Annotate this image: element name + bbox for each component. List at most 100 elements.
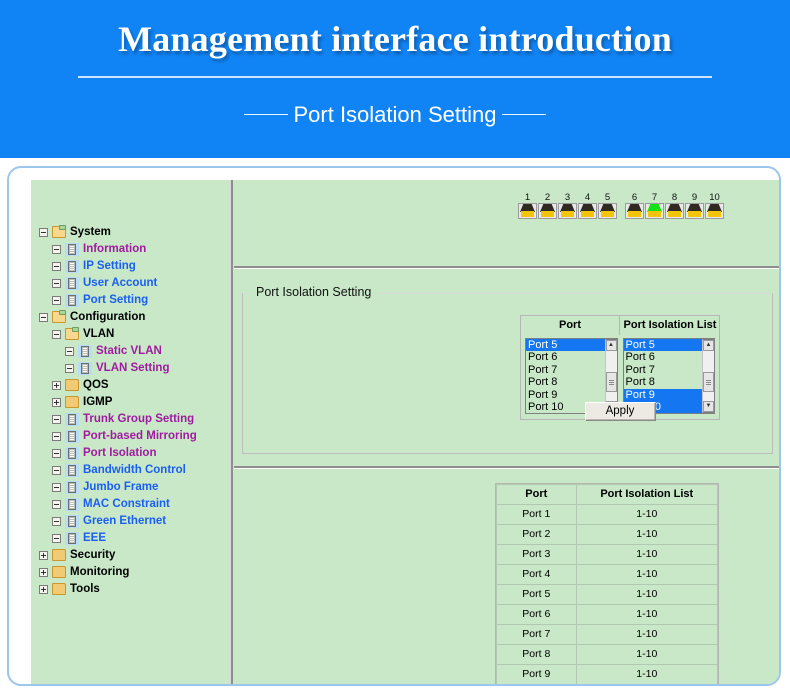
sidebar-item-label: Tools [70, 583, 100, 595]
rj45-pins [688, 211, 701, 217]
sidebar-item-port-setting[interactable]: Port Setting [39, 292, 229, 308]
list-option[interactable]: Port 8 [526, 376, 605, 388]
navigation-sidebar: System Information IP Setting User Account P… [31, 180, 229, 684]
collapse-icon[interactable] [52, 414, 61, 424]
collapse-icon[interactable] [39, 312, 48, 322]
port-indicator-10: 10 [705, 192, 724, 219]
result-header-row: Port Port Isolation List [496, 484, 719, 505]
port-number-label: 2 [544, 192, 551, 203]
rj45-pins [668, 211, 681, 217]
page-icon [78, 344, 92, 358]
expand-icon[interactable] [52, 397, 61, 407]
page-icon-sheet [68, 243, 76, 255]
page-icon-sheet [68, 413, 76, 425]
sidebar-item-label: Port-based Mirroring [83, 430, 197, 442]
collapse-icon[interactable] [52, 448, 61, 458]
sidebar-item-label: Monitoring [70, 566, 130, 578]
sidebar-item-jumbo-frame[interactable]: Jumbo Frame [39, 479, 229, 495]
rj45-pins [628, 211, 641, 217]
list-option[interactable]: Port 7 [526, 364, 605, 376]
navigation-tree: System Information IP Setting User Account P… [39, 224, 229, 598]
sidebar-item-system[interactable]: System [39, 224, 229, 240]
apply-button[interactable]: Apply [584, 402, 656, 421]
collapse-icon[interactable] [52, 533, 61, 543]
port-indicator-3: 3 [558, 192, 577, 219]
sidebar-item-label: User Account [83, 277, 158, 289]
sidebar-item-label: Port Isolation [83, 447, 157, 459]
scroll-up-icon[interactable]: ▲ [605, 340, 617, 351]
sidebar-item-static-vlan[interactable]: Static VLAN [39, 343, 229, 359]
expand-icon[interactable] [39, 584, 48, 594]
collapse-icon[interactable] [52, 244, 61, 254]
rj45-port-icon [598, 203, 617, 219]
list-option[interactable]: Port 8 [624, 376, 703, 388]
page-icon [65, 429, 79, 443]
sidebar-item-trunk-group-setting[interactable]: Trunk Group Setting [39, 411, 229, 427]
dual-listbox-headers: Port Port Isolation List [521, 316, 719, 335]
sidebar-item-information[interactable]: Information [39, 241, 229, 257]
scroll-up-icon[interactable]: ▲ [703, 340, 714, 351]
sidebar-item-qos[interactable]: QOS [39, 377, 229, 393]
sidebar-item-ip-setting[interactable]: IP Setting [39, 258, 229, 274]
scroll-thumb[interactable] [605, 372, 617, 392]
sidebar-item-vlan-setting[interactable]: VLAN Setting [39, 360, 229, 376]
expand-icon[interactable] [39, 550, 48, 560]
list-option[interactable]: Port 9 [526, 389, 605, 401]
list-option[interactable]: Port 5 [623, 339, 702, 352]
port-number-label: 8 [671, 192, 678, 203]
sidebar-item-mac-constraint[interactable]: MAC Constraint [39, 496, 229, 512]
result-isolation-list-cell: 1-10 [575, 564, 719, 585]
list-option[interactable]: Port 6 [624, 351, 703, 363]
result-table-head: Port Port Isolation List [496, 484, 719, 505]
sidebar-item-igmp[interactable]: IGMP [39, 394, 229, 410]
page-icon-sheet [68, 498, 76, 510]
collapse-icon[interactable] [52, 431, 61, 441]
page-icon [65, 412, 79, 426]
sidebar-item-port-based-mirroring[interactable]: Port-based Mirroring [39, 428, 229, 444]
port-indicator-7: 7 [645, 192, 664, 219]
rj45-pins [648, 211, 661, 217]
expand-icon[interactable] [39, 567, 48, 577]
sidebar-item-vlan[interactable]: VLAN [39, 326, 229, 342]
title-underline-rule [78, 76, 712, 78]
sidebar-item-configuration[interactable]: Configuration [39, 309, 229, 325]
collapse-icon[interactable] [52, 499, 61, 509]
divider-above-setting-panel [234, 266, 779, 268]
scroll-thumb[interactable] [703, 372, 714, 392]
sidebar-item-bandwidth-control[interactable]: Bandwidth Control [39, 462, 229, 478]
rj45-port-icon [625, 203, 644, 219]
page-icon-sheet [68, 532, 76, 544]
sidebar-item-label: Security [70, 549, 116, 561]
list-option[interactable]: Port 6 [526, 351, 605, 363]
list-option[interactable]: Port 5 [526, 339, 605, 352]
collapse-icon[interactable] [52, 482, 61, 492]
sidebar-item-security[interactable]: Security [39, 547, 229, 563]
page-icon [65, 293, 79, 307]
expand-icon[interactable] [52, 380, 61, 390]
collapse-icon[interactable] [52, 295, 61, 305]
collapse-icon[interactable] [52, 329, 61, 339]
sidebar-item-user-account[interactable]: User Account [39, 275, 229, 291]
collapse-icon[interactable] [39, 227, 48, 237]
table-row: Port 4 1-10 [496, 564, 719, 585]
table-row: Port 7 1-10 [496, 624, 719, 645]
sidebar-item-monitoring[interactable]: Monitoring [39, 564, 229, 580]
page-icon [65, 514, 79, 528]
rj45-port-icon [705, 203, 724, 219]
folder-icon [65, 396, 79, 408]
list-option[interactable]: Port 9 [623, 388, 702, 402]
collapse-icon[interactable] [65, 346, 74, 356]
collapse-icon[interactable] [52, 465, 61, 475]
collapse-icon[interactable] [52, 278, 61, 288]
sidebar-item-eee[interactable]: EEE [39, 530, 229, 546]
list-option[interactable]: Port 7 [624, 364, 703, 376]
sidebar-item-green-ethernet[interactable]: Green Ethernet [39, 513, 229, 529]
sidebar-item-label: Port Setting [83, 294, 149, 306]
result-isolation-list-cell: 1-10 [575, 604, 719, 625]
page-icon-sheet [68, 464, 76, 476]
sidebar-item-port-isolation[interactable]: Port Isolation [39, 445, 229, 461]
sidebar-item-tools[interactable]: Tools [39, 581, 229, 597]
collapse-icon[interactable] [52, 516, 61, 526]
collapse-icon[interactable] [65, 363, 74, 373]
collapse-icon[interactable] [52, 261, 61, 271]
